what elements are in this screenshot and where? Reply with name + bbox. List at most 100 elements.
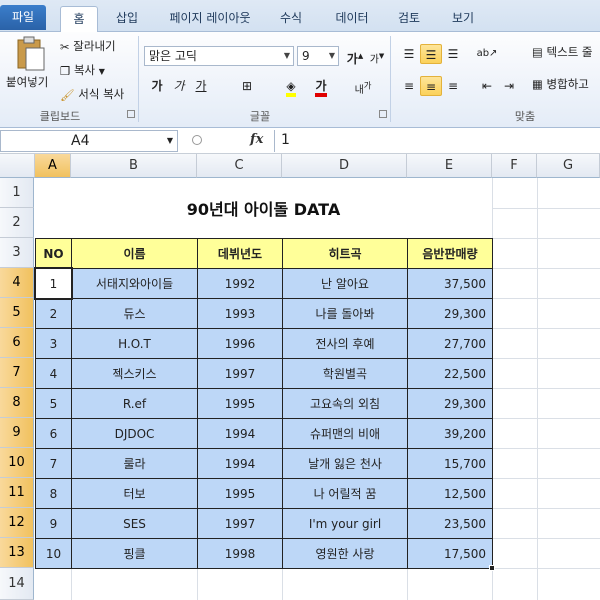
grow-font-button[interactable]: 가▲ [344,46,366,66]
cell-name[interactable]: 서태지와아이들 [71,268,198,299]
cell-hit-song[interactable]: 나를 돌아봐 [282,298,408,329]
column-header-f[interactable]: F [492,154,537,178]
cell-hit-song[interactable]: 나 어릴적 꿈 [282,478,408,509]
underline-button[interactable]: 가 [190,76,212,96]
column-header-c[interactable]: C [197,154,282,178]
cell-no[interactable]: 10 [35,538,72,569]
insert-function-button[interactable]: fx [250,132,263,147]
cell-no[interactable]: 9 [35,508,72,539]
cell-debut-year[interactable]: 1995 [197,388,283,419]
merge-center-button[interactable]: ▦ 병합하고 [532,76,589,92]
tab-review[interactable]: 검토 [394,6,424,32]
cell-no[interactable]: 6 [35,418,72,449]
cell-no[interactable]: 3 [35,328,72,359]
tab-home[interactable]: 홈 [60,6,98,33]
cell-hit-song[interactable]: 영원한 사랑 [282,538,408,569]
orientation-button[interactable]: ab↗ [476,44,498,64]
tab-file[interactable]: 파일 [0,5,46,30]
cell-album-sales[interactable]: 15,700 [407,448,493,479]
cell-no[interactable]: 8 [35,478,72,509]
row-header-13[interactable]: 13 [0,538,34,568]
fill-handle[interactable] [489,565,495,571]
cell-album-sales[interactable]: 12,500 [407,478,493,509]
align-left-button[interactable]: ≡ [398,76,420,96]
cell-hit-song[interactable]: 고요속의 외침 [282,388,408,419]
formula-input[interactable]: 1 [274,130,600,152]
cell-debut-year[interactable]: 1994 [197,418,283,449]
tab-data[interactable]: 데이터 [330,6,374,32]
align-right-button[interactable]: ≡ [442,76,464,96]
wrap-text-button[interactable]: ▤ 텍스트 줄 [532,44,593,60]
copy-button[interactable]: ❐ 복사 ▼ [60,62,105,78]
cell-debut-year[interactable]: 1993 [197,298,283,329]
cell-debut-year[interactable]: 1997 [197,358,283,389]
row-header-1[interactable]: 1 [0,178,34,208]
row-header-5[interactable]: 5 [0,298,34,328]
cell-hit-song[interactable]: 학원별곡 [282,358,408,389]
cell-debut-year[interactable]: 1996 [197,328,283,359]
name-box[interactable]: A4 ▼ [0,130,178,152]
clipboard-launcher[interactable] [127,110,135,118]
header-cell-no[interactable]: NO [35,238,72,269]
row-header-11[interactable]: 11 [0,478,34,508]
cell-name[interactable]: 젝스키스 [71,358,198,389]
cell-debut-year[interactable]: 1997 [197,508,283,539]
sheet-title-cell[interactable]: 90년대 아이돌 DATA [35,178,492,238]
tab-page-layout[interactable]: 페이지 레이아웃 [160,6,260,32]
row-header-12[interactable]: 12 [0,508,34,538]
cell-hit-song[interactable]: 슈퍼맨의 비애 [282,418,408,449]
decrease-indent-button[interactable]: ⇤ [476,76,498,96]
row-header-4[interactable]: 4 [0,268,34,298]
cell-debut-year[interactable]: 1992 [197,268,283,299]
header-cell-hit-song[interactable]: 히트곡 [282,238,408,269]
header-cell-debut-year[interactable]: 데뷔년도 [197,238,283,269]
cell-hit-song[interactable]: 난 알아요 [282,268,408,299]
cell-album-sales[interactable]: 17,500 [407,538,493,569]
cell-no[interactable]: 7 [35,448,72,479]
cell-album-sales[interactable]: 27,700 [407,328,493,359]
cell-album-sales[interactable]: 39,200 [407,418,493,449]
cell-name[interactable]: SES [71,508,198,539]
cell-hit-song[interactable]: 전사의 후예 [282,328,408,359]
row-header-9[interactable]: 9 [0,418,34,448]
paste-icon[interactable] [14,36,50,76]
tab-formulas[interactable]: 수식 [274,6,308,32]
row-header-10[interactable]: 10 [0,448,34,478]
italic-button[interactable]: 가 [168,76,190,96]
borders-button[interactable]: ⊞ [236,76,258,96]
worksheet-grid[interactable]: A B C D E F G 1 2 3 4 5 6 7 8 9 10 11 12… [0,154,600,600]
column-header-b[interactable]: B [71,154,197,178]
cell-name[interactable]: 듀스 [71,298,198,329]
align-middle-button[interactable]: ☰ [420,44,442,64]
cell-name[interactable]: 룰라 [71,448,198,479]
tab-view[interactable]: 보기 [448,6,478,32]
font-name-select[interactable]: 맑은 고딕 ▼ [144,46,294,66]
row-header-7[interactable]: 7 [0,358,34,388]
phonetic-button[interactable]: 내가 [352,76,374,96]
cell-name[interactable]: DJDOC [71,418,198,449]
row-header-3[interactable]: 3 [0,238,34,268]
column-header-d[interactable]: D [282,154,407,178]
cell-album-sales[interactable]: 37,500 [407,268,493,299]
column-header-a[interactable]: A [35,154,71,178]
cell-name[interactable]: 터보 [71,478,198,509]
cell-no[interactable]: 2 [35,298,72,329]
cell-album-sales[interactable]: 29,300 [407,298,493,329]
cell-no[interactable]: 4 [35,358,72,389]
cell-no[interactable]: 5 [35,388,72,419]
cell-debut-year[interactable]: 1994 [197,448,283,479]
row-header-2[interactable]: 2 [0,208,34,238]
cell-hit-song[interactable]: 날개 잃은 천사 [282,448,408,479]
row-header-8[interactable]: 8 [0,388,34,418]
align-top-button[interactable]: ☰ [398,44,420,64]
align-bottom-button[interactable]: ☰ [442,44,464,64]
cut-button[interactable]: ✂ 잘라내기 [60,38,116,54]
shrink-font-button[interactable]: 가▼ [366,46,388,66]
cell-album-sales[interactable]: 23,500 [407,508,493,539]
font-launcher[interactable] [379,110,387,118]
format-painter-button[interactable]: 🖌 서식 복사 [60,86,124,102]
cell-name[interactable]: R.ef [71,388,198,419]
increase-indent-button[interactable]: ⇥ [498,76,520,96]
bold-button[interactable]: 가 [146,76,168,96]
row-header-14[interactable]: 14 [0,568,34,600]
